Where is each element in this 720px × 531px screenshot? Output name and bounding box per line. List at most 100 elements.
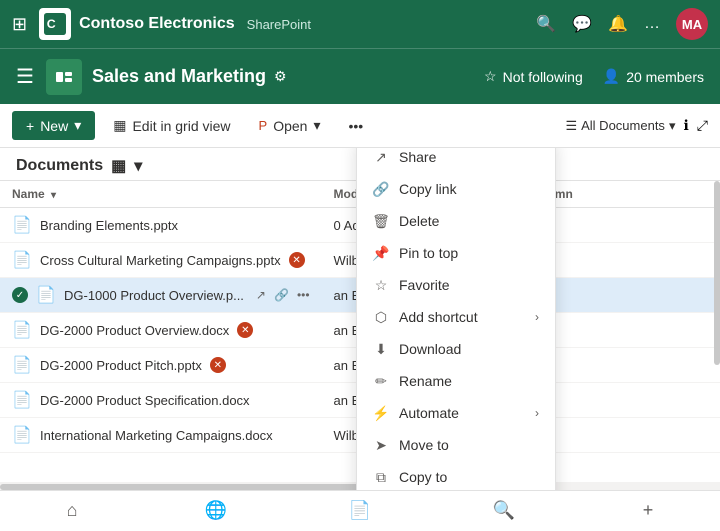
- context-menu-rename[interactable]: ✏ Rename: [357, 365, 555, 397]
- file-name: DG-1000 Product Overview.p...: [64, 288, 244, 303]
- automate-icon: ⚡: [373, 405, 389, 421]
- brand-icon: C: [39, 8, 71, 40]
- share-icon[interactable]: ↗: [256, 288, 266, 302]
- bottom-nav-search[interactable]: 🔍: [432, 491, 576, 531]
- all-docs-label: All Documents: [581, 118, 665, 133]
- hamburger-icon[interactable]: ☰: [16, 64, 34, 89]
- chevron-down-icon: ▾: [313, 117, 320, 134]
- context-menu-download[interactable]: ⬇ Download: [357, 333, 555, 365]
- context-menu-automate[interactable]: ⚡ Automate ›: [357, 397, 555, 429]
- site-header-right: ☆ Not following 👤 20 members: [484, 68, 704, 85]
- context-menu-copy-link[interactable]: 🔗 Copy link: [357, 173, 555, 205]
- automate-label: Automate: [399, 405, 459, 421]
- new-button[interactable]: + New ▾: [12, 111, 95, 140]
- more-icon[interactable]: …: [644, 15, 660, 33]
- file-name: International Marketing Campaigns.docx: [40, 428, 273, 443]
- site-header: ☰ Sales and Marketing ⚙ ☆ Not following …: [0, 48, 720, 104]
- members-button[interactable]: 👤 20 members: [603, 68, 704, 85]
- arrow-icon: ›: [535, 406, 539, 420]
- bottom-nav-globe[interactable]: 🌐: [144, 491, 288, 531]
- link-icon[interactable]: 🔗: [274, 288, 289, 302]
- move-icon: ➤: [373, 437, 389, 453]
- share-label: Share: [399, 149, 436, 165]
- top-nav: ⊞ C Contoso Electronics SharePoint 🔍 💬 🔔…: [0, 0, 720, 48]
- context-menu-share[interactable]: ↗ Share: [357, 148, 555, 173]
- context-menu-add-shortcut[interactable]: ⬡ Add shortcut ›: [357, 301, 555, 333]
- move-label: Move to: [399, 437, 449, 453]
- home-icon: ⌂: [67, 500, 78, 521]
- pptx-icon: 📄: [12, 215, 32, 235]
- copy-link-label: Copy link: [399, 181, 457, 197]
- not-following-label: Not following: [503, 69, 583, 85]
- view-icon[interactable]: ▦: [111, 156, 126, 176]
- bottom-nav-home[interactable]: ⌂: [0, 491, 144, 531]
- docx-icon: 📄: [12, 425, 32, 445]
- sort-icon[interactable]: ▾: [51, 190, 56, 201]
- doc-icon: 📄: [349, 500, 371, 521]
- toolbar: + New ▾ ▦ Edit in grid view P Open ▾ •••…: [0, 104, 720, 148]
- chevron-down-icon: ▾: [134, 156, 142, 176]
- rename-icon: ✏: [373, 373, 389, 389]
- file-name: DG-2000 Product Overview.docx: [40, 323, 229, 338]
- pin-icon: 📌: [373, 245, 389, 261]
- download-icon: ⬇: [373, 341, 389, 357]
- info-icon[interactable]: ℹ: [683, 117, 688, 134]
- bottom-nav-doc[interactable]: 📄: [288, 491, 432, 531]
- members-label: 20 members: [626, 69, 704, 85]
- favorite-label: Favorite: [399, 277, 450, 293]
- app-grid-icon[interactable]: ⊞: [12, 14, 27, 35]
- members-icon: 👤: [603, 68, 620, 85]
- error-badge: ✕: [289, 252, 305, 268]
- delete-label: Delete: [399, 213, 439, 229]
- context-menu-copy-to[interactable]: ⧉ Copy to: [357, 461, 555, 490]
- error-badge: ✕: [210, 357, 226, 373]
- search-icon[interactable]: 🔍: [536, 14, 556, 34]
- all-docs-dropdown[interactable]: ☰ All Documents ▾: [565, 118, 675, 134]
- docx-icon: 📄: [12, 390, 32, 410]
- new-label: New: [40, 118, 68, 134]
- not-following-button[interactable]: ☆ Not following: [484, 68, 583, 85]
- documents-title: Documents: [16, 157, 103, 175]
- site-icon: [46, 59, 82, 95]
- user-avatar[interactable]: MA: [676, 8, 708, 40]
- copy-icon: ⧉: [373, 469, 389, 485]
- more-toolbar-button[interactable]: •••: [338, 112, 373, 140]
- plus-icon: +: [26, 118, 34, 134]
- pptx-icon: 📄: [36, 285, 56, 305]
- bell-icon[interactable]: 🔔: [608, 14, 628, 34]
- vertical-scrollbar[interactable]: [714, 181, 720, 365]
- context-menu-pin-to-top[interactable]: 📌 Pin to top: [357, 237, 555, 269]
- delete-icon: 🗑: [373, 213, 389, 229]
- error-badge: ✕: [237, 322, 253, 338]
- powerpoint-icon: P: [259, 118, 268, 133]
- row-more-icon[interactable]: •••: [297, 288, 310, 302]
- context-menu-favorite[interactable]: ☆ Favorite: [357, 269, 555, 301]
- pptx-icon: 📄: [12, 250, 32, 270]
- brand-logo[interactable]: C Contoso Electronics: [39, 8, 235, 40]
- expand-icon[interactable]: ⤢: [697, 117, 708, 134]
- open-button[interactable]: P Open ▾: [249, 111, 331, 140]
- site-name: Sales and Marketing: [92, 66, 266, 87]
- bottom-nav-plus[interactable]: +: [576, 491, 720, 531]
- pptx-icon: 📄: [12, 355, 32, 375]
- bottom-nav: ⌂ 🌐 📄 🔍 +: [0, 490, 720, 530]
- col-name: Name ▾: [0, 181, 322, 208]
- add-shortcut-label: Add shortcut: [399, 309, 478, 325]
- plus-icon: +: [643, 500, 654, 521]
- edit-grid-label: Edit in grid view: [132, 118, 230, 134]
- settings-icon[interactable]: ⚙: [274, 68, 287, 85]
- copy-to-label: Copy to: [399, 469, 447, 485]
- svg-text:C: C: [47, 17, 56, 31]
- arrow-icon: ›: [535, 310, 539, 324]
- top-nav-right: 🔍 💬 🔔 … MA: [536, 8, 708, 40]
- context-menu-delete[interactable]: 🗑 Delete: [357, 205, 555, 237]
- chat-icon[interactable]: 💬: [572, 14, 592, 34]
- context-menu-move-to[interactable]: ➤ Move to: [357, 429, 555, 461]
- chevron-down-icon: ▾: [74, 117, 81, 134]
- file-name: DG-2000 Product Pitch.pptx: [40, 358, 202, 373]
- link-icon: 🔗: [373, 181, 389, 197]
- file-name: Cross Cultural Marketing Campaigns.pptx: [40, 253, 281, 268]
- edit-grid-button[interactable]: ▦ Edit in grid view: [103, 111, 240, 140]
- share-icon: ↗: [373, 149, 389, 165]
- brand-name: Contoso Electronics: [79, 15, 235, 33]
